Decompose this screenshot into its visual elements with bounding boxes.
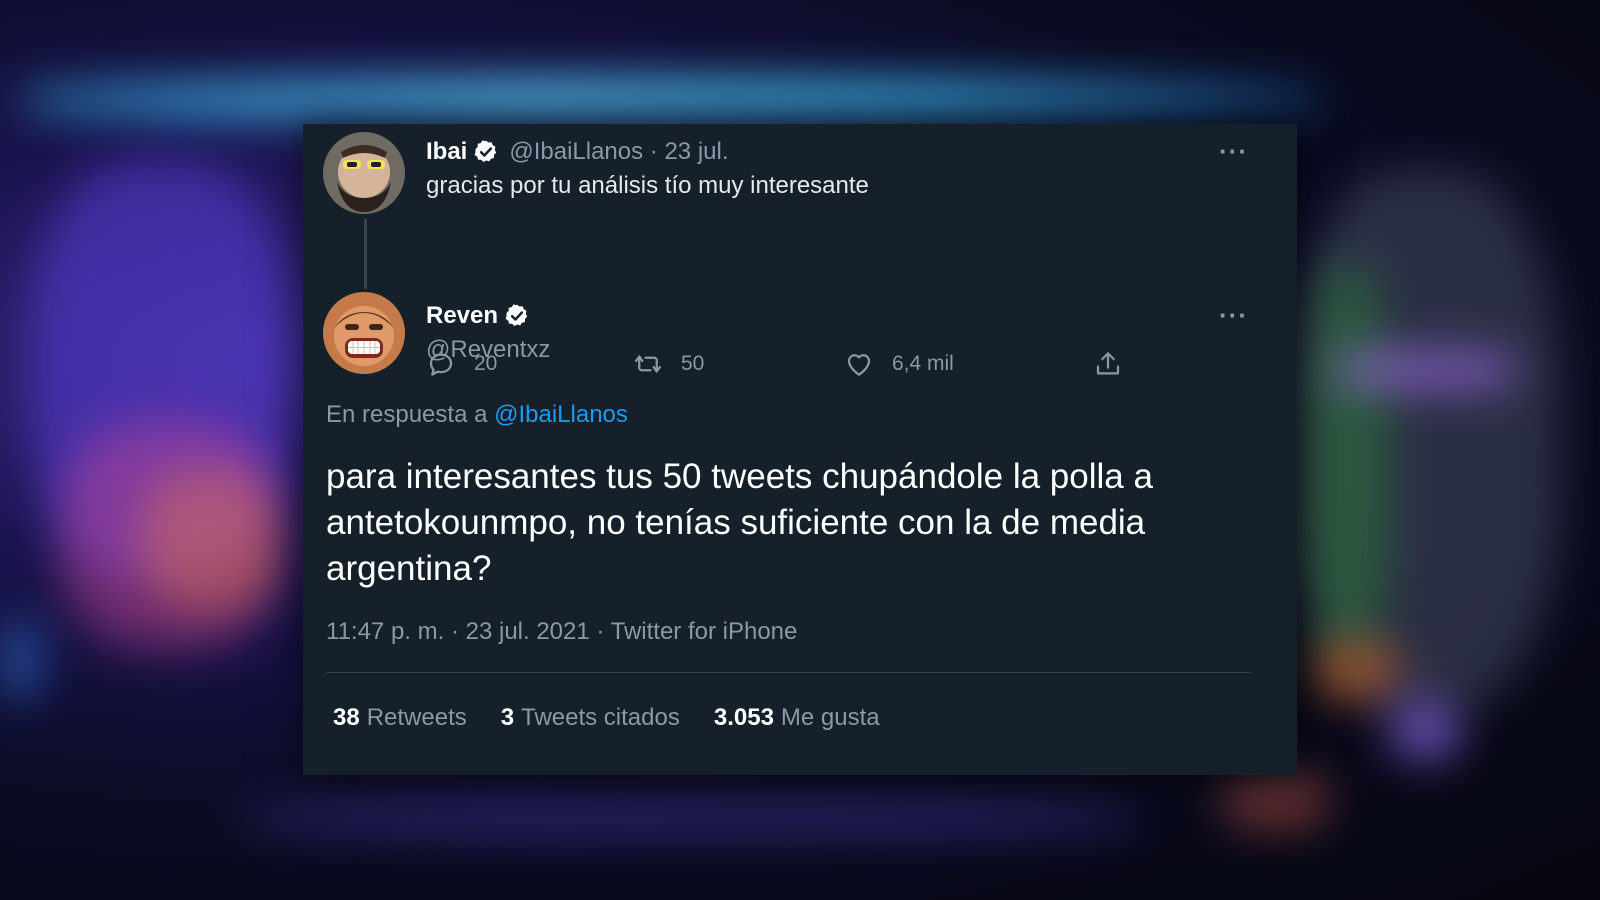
reven-display-name[interactable]: Reven <box>426 302 498 330</box>
retweet-action[interactable]: 50 <box>633 349 704 379</box>
reply-target-link[interactable]: @IbaiLlanos <box>494 401 628 428</box>
like-icon <box>847 354 871 376</box>
tweet-card: Ibai @IbaiLlanos · 23 jul. ··· gracias p… <box>303 124 1297 775</box>
thread-connector-line <box>364 219 367 289</box>
verified-badge-icon <box>473 139 499 165</box>
parent-tweet-text: gracias por tu análisis tío muy interesa… <box>426 172 869 199</box>
quote-tweets-stat[interactable]: 3 Tweets citados <box>501 704 680 732</box>
reven-handle[interactable]: @Reventxz <box>426 336 550 364</box>
retweet-icon <box>635 355 661 373</box>
main-tweet-text: para interesantes tus 50 tweets chupándo… <box>326 457 1153 588</box>
like-action[interactable]: 6,4 mil <box>844 349 954 379</box>
reven-header: Reven <box>426 302 530 330</box>
tweet-timestamp-source[interactable]: 11:47 p. m. · 23 jul. 2021 · Twitter for… <box>326 618 797 646</box>
share-icon <box>1096 352 1120 375</box>
like-count: 6,4 mil <box>892 352 954 375</box>
ibai-display-name[interactable]: Ibai <box>426 138 467 166</box>
retweet-count: 50 <box>681 352 705 375</box>
retweets-stat[interactable]: 38 Retweets <box>333 704 467 732</box>
ibai-handle-date[interactable]: @IbaiLlanos · 23 jul. <box>509 138 728 166</box>
reven-avatar[interactable] <box>323 292 405 374</box>
ibai-header: Ibai @IbaiLlanos · 23 jul. <box>426 138 729 166</box>
more-options-icon[interactable]: ··· <box>1219 138 1248 164</box>
tweet-stats: 38 Retweets 3 Tweets citados 3.053 Me gusta <box>333 704 914 732</box>
divider <box>326 672 1251 673</box>
reply-context: En respuesta a @IbaiLlanos <box>326 401 628 429</box>
share-action[interactable] <box>1093 349 1123 379</box>
verified-badge-icon <box>504 303 530 329</box>
reply-prefix: En respuesta a <box>326 401 488 428</box>
likes-stat[interactable]: 3.053 Me gusta <box>714 704 880 732</box>
more-options-icon[interactable]: ··· <box>1219 302 1248 328</box>
ibai-avatar[interactable] <box>323 132 405 214</box>
